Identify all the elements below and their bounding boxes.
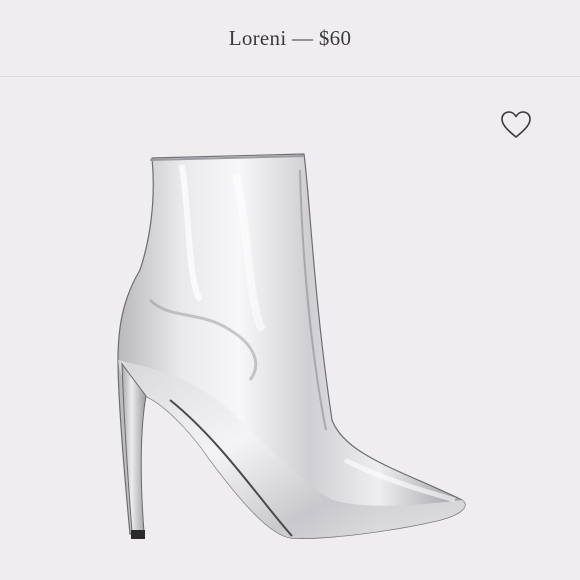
product-image-boot[interactable] — [0, 0, 580, 580]
